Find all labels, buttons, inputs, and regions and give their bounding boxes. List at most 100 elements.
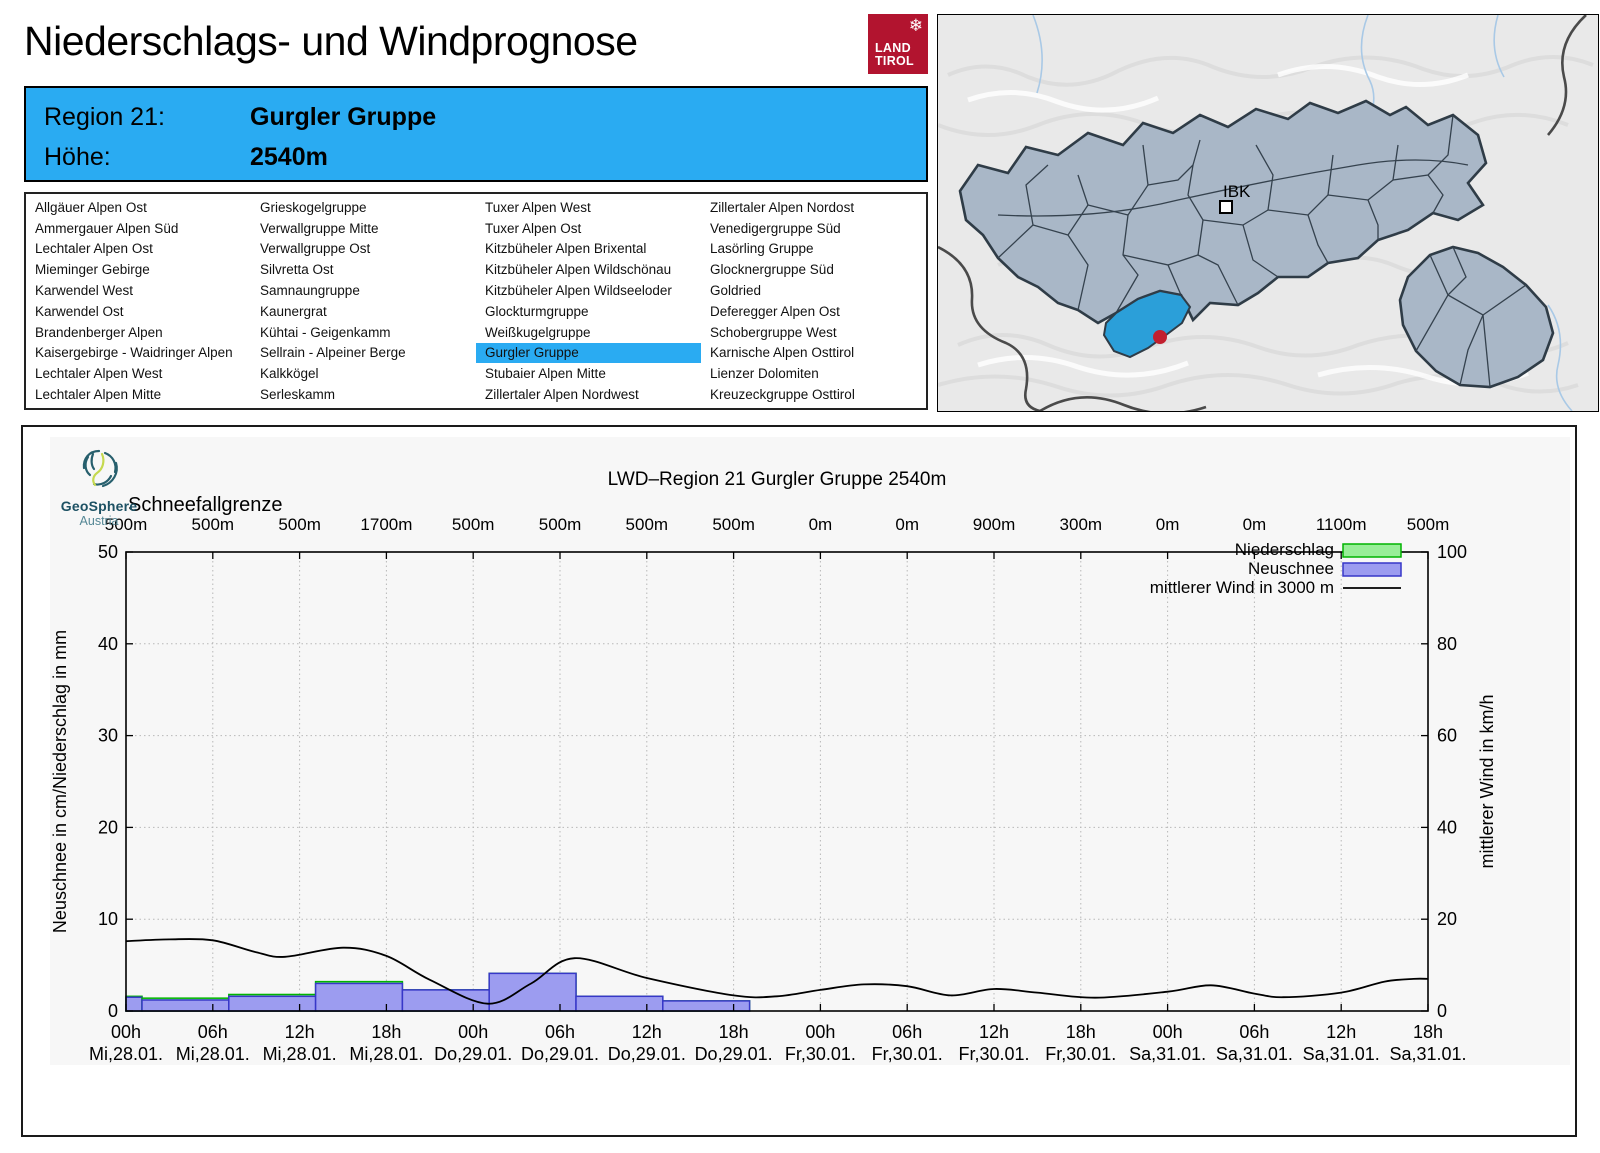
x-tick-day: Sa,31.01.	[1389, 1044, 1466, 1064]
right-axis-tick: 0	[1437, 1001, 1447, 1021]
region-list-item[interactable]: Kaisergebirge - Waidringer Alpen	[26, 343, 251, 364]
forecast-chart-panel: LWD–Region 21 Gurgler Gruppe 2540m Schnee…	[21, 425, 1577, 1137]
right-axis-tick: 80	[1437, 634, 1457, 654]
region-list-item[interactable]: Mieminger Gebirge	[26, 259, 251, 280]
region-list-item[interactable]: Tuxer Alpen West	[476, 197, 701, 218]
altitude-value: 2540m	[250, 143, 328, 171]
forecast-page: { "header": { "title": "Niederschlags- u…	[0, 0, 1600, 1153]
x-tick-hour: 06h	[545, 1022, 575, 1042]
region-list-item[interactable]: Schobergruppe West	[701, 322, 926, 343]
x-tick-day: Fr,30.01.	[872, 1044, 943, 1064]
right-axis-tick: 40	[1437, 817, 1457, 837]
x-tick-hour: 12h	[979, 1022, 1009, 1042]
region-list-item[interactable]: Samnaungruppe	[251, 280, 476, 301]
region-list-item-selected[interactable]: Gurgler Gruppe	[476, 342, 701, 364]
region-list-item[interactable]: Kalkkögel	[251, 363, 476, 384]
region-list-item[interactable]: Tuxer Alpen Ost	[476, 218, 701, 239]
x-tick-day: Do,29.01.	[695, 1044, 773, 1064]
region-list-item[interactable]: Karwendel West	[26, 280, 251, 301]
region-list-item[interactable]: Glockturmgruppe	[476, 301, 701, 322]
region-list-item[interactable]: Grieskogelgruppe	[251, 197, 476, 218]
region-list-item[interactable]: Verwallgruppe Ost	[251, 239, 476, 260]
region-list-column: Tuxer Alpen West Tuxer Alpen Ost Kitzbühel…	[476, 197, 701, 405]
region-list: Allgäuer Alpen Ost Ammergauer Alpen Süd Le…	[24, 192, 928, 410]
station-marker-dot	[1153, 330, 1167, 344]
right-axis-tick: 20	[1437, 909, 1457, 929]
region-list-item[interactable]: Zillertaler Alpen Nordwest	[476, 384, 701, 405]
region-list-item[interactable]: Verwallgruppe Mitte	[251, 218, 476, 239]
left-axis-tick: 10	[98, 909, 118, 929]
region-list-item[interactable]: Silvretta Ost	[251, 259, 476, 280]
region-list-item[interactable]: Allgäuer Alpen Ost	[26, 197, 251, 218]
region-list-item[interactable]: Karwendel Ost	[26, 301, 251, 322]
left-axis-tick: 50	[98, 542, 118, 562]
geosphere-sub: Austria	[79, 514, 119, 528]
region-list-item[interactable]: Zillertaler Alpen Nordost	[701, 197, 926, 218]
snowline-label: Schneefallgrenze	[128, 494, 283, 516]
x-tick-day: Mi,28.01.	[89, 1044, 163, 1064]
region-list-item[interactable]: Karnische Alpen Osttirol	[701, 343, 926, 364]
x-tick-hour: 18h	[1066, 1022, 1096, 1042]
region-list-item[interactable]: Glocknergruppe Süd	[701, 259, 926, 280]
region-list-item[interactable]: Lienzer Dolomiten	[701, 363, 926, 384]
region-list-item[interactable]: Deferegger Alpen Ost	[701, 301, 926, 322]
region-list-item[interactable]: Venedigergruppe Süd	[701, 218, 926, 239]
region-list-item[interactable]: Lechtaler Alpen Ost	[26, 239, 251, 260]
x-tick-hour: 18h	[371, 1022, 401, 1042]
x-tick-hour: 06h	[198, 1022, 228, 1042]
geosphere-logo: GeoSphere Austria	[53, 445, 145, 528]
snowline-value: 500m	[539, 515, 582, 534]
region-list-item[interactable]: Goldried	[701, 280, 926, 301]
region-list-item[interactable]: Lechtaler Alpen Mitte	[26, 384, 251, 405]
x-tick-day: Do,29.01.	[521, 1044, 599, 1064]
region-list-item[interactable]: Kitzbüheler Alpen Wildschönau	[476, 259, 701, 280]
snowline-value: 500m	[712, 515, 755, 534]
region-list-item[interactable]: Serleskamm	[251, 384, 476, 405]
region-list-column: Zillertaler Alpen Nordost Venedigergruppe…	[701, 197, 926, 405]
region-list-item[interactable]: Brandenberger Alpen	[26, 322, 251, 343]
x-tick-day: Mi,28.01.	[263, 1044, 337, 1064]
region-list-item[interactable]: Kitzbüheler Alpen Wildseeloder	[476, 280, 701, 301]
x-tick-hour: 12h	[1326, 1022, 1356, 1042]
x-tick-hour: 18h	[1413, 1022, 1443, 1042]
geosphere-swirl-icon	[82, 449, 118, 488]
snowline-value: 0m	[1243, 515, 1267, 534]
region-list-item[interactable]: Kreuzeckgruppe Osttirol	[701, 384, 926, 405]
region-list-item[interactable]: Sellrain - Alpeiner Berge	[251, 343, 476, 364]
x-tick-hour: 12h	[632, 1022, 662, 1042]
x-tick-hour: 12h	[285, 1022, 315, 1042]
region-list-item[interactable]: Kitzbüheler Alpen Brixental	[476, 239, 701, 260]
region-list-item[interactable]: Ammergauer Alpen Süd	[26, 218, 251, 239]
x-tick-hour: 00h	[1153, 1022, 1183, 1042]
region-list-item[interactable]: Weißkugelgruppe	[476, 322, 701, 343]
region-list-item[interactable]: Kaunergrat	[251, 301, 476, 322]
right-axis-tick: 60	[1437, 726, 1457, 746]
geosphere-name: GeoSphere	[60, 498, 138, 514]
chart-title: LWD–Region 21 Gurgler Gruppe 2540m	[608, 469, 947, 490]
region-list-item[interactable]: Lasörling Gruppe	[701, 239, 926, 260]
x-tick-day: Sa,31.01.	[1216, 1044, 1293, 1064]
x-tick-day: Do,29.01.	[608, 1044, 686, 1064]
page-title: Niederschlags- und Windprognose	[24, 18, 638, 64]
region-header-box: Region 21: Gurgler Gruppe Höhe: 2540m	[24, 86, 928, 182]
region-list-column: Grieskogelgruppe Verwallgruppe Mitte Verwa…	[251, 197, 476, 405]
region-list-item[interactable]: Stubaier Alpen Mitte	[476, 363, 701, 384]
x-tick-day: Mi,28.01.	[349, 1044, 423, 1064]
city-square-icon	[1219, 200, 1233, 214]
snowline-value: 500m	[452, 515, 495, 534]
x-tick-day: Fr,30.01.	[958, 1044, 1029, 1064]
region-list-item[interactable]: Kühtai - Geigenkamm	[251, 322, 476, 343]
snowline-value: 500m	[192, 515, 235, 534]
ibk-label: IBK	[1223, 182, 1251, 201]
region-list-column: Allgäuer Alpen Ost Ammergauer Alpen Süd Le…	[26, 197, 251, 405]
legend-niederschlag: Niederschlag	[1235, 540, 1334, 559]
tirol-map: IBK	[937, 14, 1599, 412]
region-value: Gurgler Gruppe	[250, 103, 437, 131]
snowline-value: 500m	[1407, 515, 1450, 534]
logo-line2: TIROL	[875, 54, 914, 68]
x-tick-hour: 06h	[1239, 1022, 1269, 1042]
snowline-value: 300m	[1060, 515, 1103, 534]
snowline-value: 0m	[895, 515, 919, 534]
region-list-item[interactable]: Lechtaler Alpen West	[26, 363, 251, 384]
x-tick-day: Fr,30.01.	[1045, 1044, 1116, 1064]
